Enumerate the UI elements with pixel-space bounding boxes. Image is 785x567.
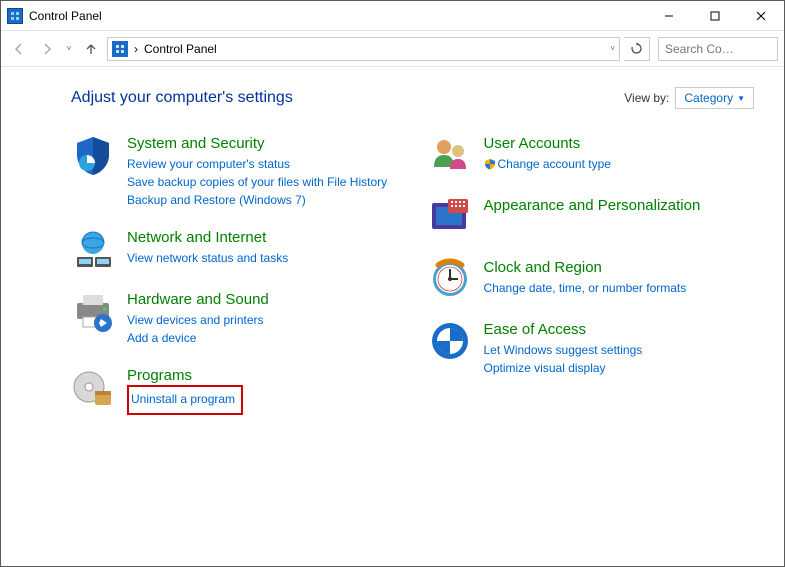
recent-locations-button[interactable]: ˅ [63,37,75,61]
highlight-box: Uninstall a program [127,385,243,415]
page-title: Adjust your computer's settings [71,89,293,107]
category-title[interactable]: System and Security [127,135,387,153]
breadcrumb-item[interactable]: Control Panel [144,42,217,56]
printer-icon[interactable] [71,289,115,333]
category-title[interactable]: User Accounts [484,135,611,153]
content-area: Adjust your computer's settings View by:… [1,67,784,566]
up-button[interactable] [79,37,103,61]
breadcrumb-icon [112,41,128,57]
category-title[interactable]: Hardware and Sound [127,291,269,309]
view-by-dropdown[interactable]: Category ▼ [675,87,754,109]
titlebar: Control Panel [1,1,784,31]
left-column: System and Security Review your computer… [71,133,398,433]
network-icon[interactable] [71,227,115,271]
category-link[interactable]: Add a device [127,329,269,347]
category-link[interactable]: View network status and tasks [127,249,288,267]
back-button[interactable] [7,37,31,61]
clock-icon[interactable] [428,257,472,301]
uac-shield-icon [484,158,496,170]
content-header: Adjust your computer's settings View by:… [71,87,754,109]
category-title[interactable]: Appearance and Personalization [484,197,701,215]
search-input[interactable]: Search Co… [658,37,778,61]
category-ease-of-access: Ease of Access Let Windows suggest setti… [428,319,755,377]
control-panel-window: Control Panel ˅ › Control Panel [0,0,785,567]
category-link[interactable]: Review your computer's status [127,155,387,173]
forward-button[interactable] [35,37,59,61]
category-link[interactable]: Let Windows suggest settings [484,341,643,359]
control-panel-icon [7,8,23,24]
category-title[interactable]: Network and Internet [127,229,288,247]
address-dropdown-icon[interactable]: ˅ [610,44,615,53]
category-hardware-sound: Hardware and Sound View devices and prin… [71,289,398,347]
minimize-button[interactable] [646,1,692,31]
address-bar[interactable]: › Control Panel ˅ [107,37,620,61]
programs-icon[interactable] [71,365,115,409]
category-link[interactable]: Save backup copies of your files with Fi… [127,173,387,191]
chevron-down-icon: ▼ [737,94,745,103]
appearance-icon[interactable] [428,195,472,239]
ease-of-access-icon[interactable] [428,319,472,363]
close-button[interactable] [738,1,784,31]
breadcrumb-sep: › [134,42,138,56]
category-appearance: Appearance and Personalization [428,195,755,239]
category-link[interactable]: Change account type [484,155,611,173]
category-title[interactable]: Clock and Region [484,259,687,277]
category-network-internet: Network and Internet View network status… [71,227,398,271]
category-programs: Programs Uninstall a program [71,365,398,415]
view-by-value: Category [684,91,733,105]
shield-icon[interactable] [71,133,115,177]
right-column: User Accounts Change account type Appear… [428,133,755,433]
category-title[interactable]: Programs [127,367,243,385]
category-link[interactable]: Optimize visual display [484,359,643,377]
category-link[interactable]: View devices and printers [127,311,269,329]
uninstall-program-link[interactable]: Uninstall a program [131,392,235,406]
category-link[interactable]: Backup and Restore (Windows 7) [127,191,387,209]
view-by-label: View by: [624,91,669,105]
category-user-accounts: User Accounts Change account type [428,133,755,177]
users-icon[interactable] [428,133,472,177]
category-title[interactable]: Ease of Access [484,321,643,339]
category-link[interactable]: Change date, time, or number formats [484,279,687,297]
category-columns: System and Security Review your computer… [71,133,754,433]
maximize-button[interactable] [692,1,738,31]
search-placeholder: Search Co… [665,42,734,56]
navbar: ˅ › Control Panel ˅ Search Co… [1,31,784,67]
category-system-security: System and Security Review your computer… [71,133,398,209]
refresh-button[interactable] [624,37,650,61]
window-title: Control Panel [29,9,102,23]
category-clock-region: Clock and Region Change date, time, or n… [428,257,755,301]
